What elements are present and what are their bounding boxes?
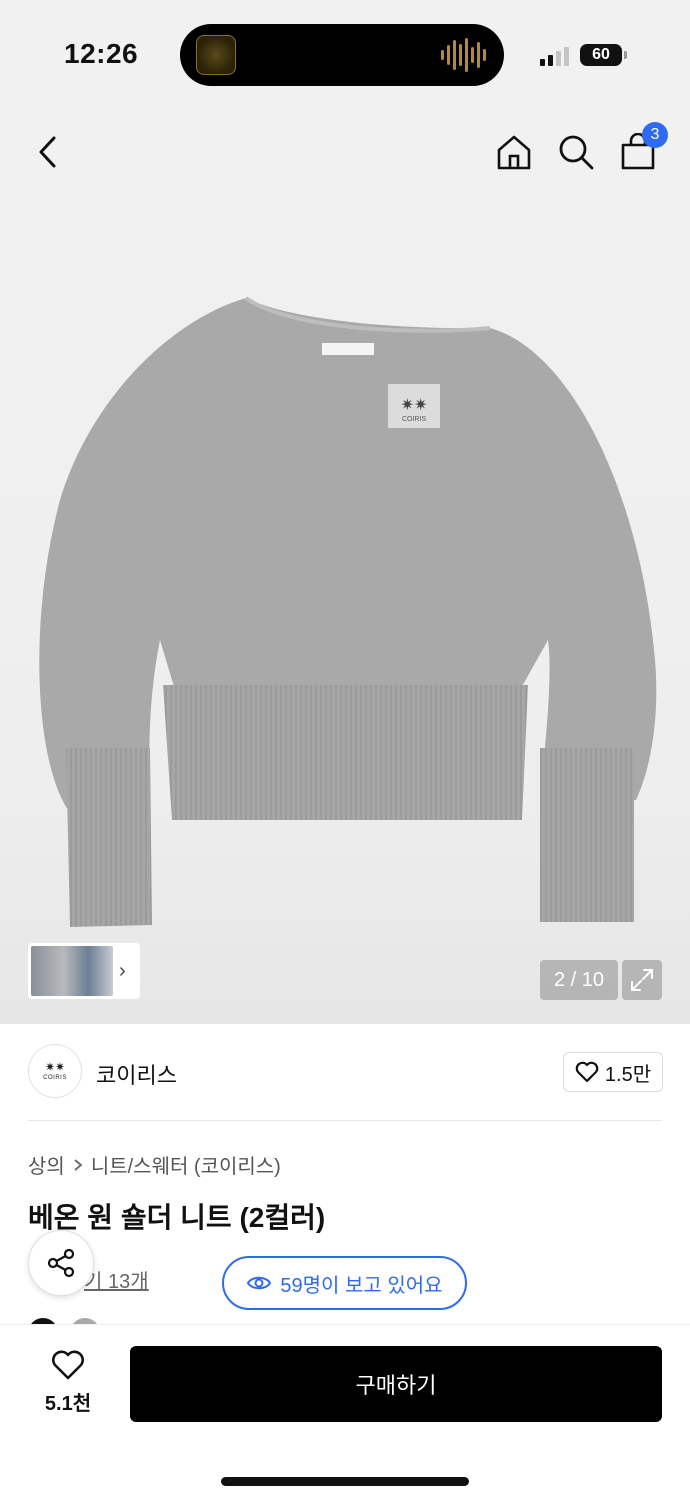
heart-icon [52, 1350, 84, 1380]
chevron-right-icon [74, 1158, 83, 1171]
breadcrumb-subcategory[interactable]: 니트/스웨터 (코이리스) [91, 1150, 281, 1179]
back-button[interactable] [26, 130, 70, 174]
svg-text:COIRIS: COIRIS [402, 416, 426, 423]
home-indicator[interactable] [221, 1477, 469, 1486]
top-navigation: 3 [0, 110, 690, 200]
cellular-signal-icon [540, 46, 569, 66]
wishlist-button[interactable]: 5.1천 [30, 1349, 106, 1416]
live-viewers-badge: 59명이 보고 있어요 [222, 1256, 467, 1310]
status-bar: 12:26 60 [0, 0, 690, 110]
expand-image-button[interactable] [622, 960, 662, 1000]
cart-button[interactable]: 3 [616, 122, 668, 174]
eye-icon [247, 1276, 272, 1290]
dynamic-island[interactable] [180, 24, 504, 86]
brand-name[interactable]: 코이리스 [96, 1058, 177, 1090]
review-count-link[interactable]: 기 13개 [84, 1265, 149, 1294]
battery-indicator: 60 [580, 44, 622, 66]
heart-icon [575, 1061, 599, 1083]
brand-logo[interactable]: ✷✷ COIRIS [28, 1044, 82, 1098]
share-icon [47, 1248, 75, 1278]
brand-row[interactable]: ✷✷ COIRIS 코이리스 1.5만 [0, 1024, 690, 1120]
thumbnail-image[interactable] [31, 946, 113, 996]
search-button[interactable] [554, 130, 598, 174]
thumbnail-strip[interactable]: › [28, 943, 140, 999]
bottom-action-bar: 5.1천 구매하기 [0, 1324, 690, 1500]
brand-like-count: 1.5만 [604, 1063, 652, 1086]
expand-icon [631, 969, 653, 991]
now-playing-artwork [196, 35, 236, 75]
live-viewers-text: 59명이 보고 있어요 [280, 1274, 443, 1297]
cart-count-badge: 3 [642, 122, 668, 148]
audio-waveform-icon [441, 38, 486, 72]
svg-text:✷✷: ✷✷ [401, 395, 428, 414]
share-button[interactable] [28, 1230, 94, 1296]
brand-logo-text: COIRIS [43, 1075, 67, 1081]
breadcrumb: 상의 니트/스웨터 (코이리스) [28, 1150, 281, 1179]
search-icon [559, 135, 594, 170]
product-photo-sweater: COIRIS ✷✷ [39, 296, 657, 927]
product-image-gallery[interactable]: COIRIS ✷✷ › 2 / 10 [0, 200, 690, 1024]
wishlist-count: 5.1천 [44, 1393, 92, 1415]
status-time: 12:26 [64, 38, 139, 69]
product-title: 베온 원 숄더 니트 (2컬러) [28, 1202, 326, 1233]
battery-tip [624, 51, 627, 59]
breadcrumb-category[interactable]: 상의 [28, 1150, 65, 1179]
image-page-counter: 2 / 10 [540, 960, 618, 1000]
chevron-left-icon [39, 136, 56, 168]
home-button[interactable] [492, 130, 536, 174]
buy-button[interactable]: 구매하기 [130, 1346, 662, 1422]
chevron-right-icon[interactable]: › [119, 960, 126, 983]
brand-like-button[interactable]: 1.5만 [563, 1052, 663, 1092]
brand-logo-mark-icon: ✷✷ [44, 1060, 66, 1074]
home-icon [497, 135, 531, 170]
divider [28, 1120, 662, 1121]
